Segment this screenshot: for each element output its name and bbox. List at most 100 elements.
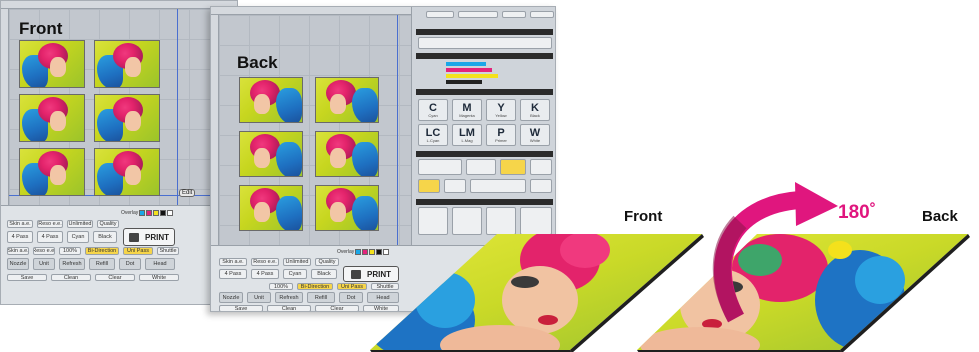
panel-cell[interactable]: Refill [89,258,115,270]
edit-tag[interactable]: Edit [179,189,196,197]
panel-cell[interactable]: Unit [33,258,55,270]
panel-cell[interactable]: Quality [315,258,339,266]
ink-magenta[interactable]: M Magenta [452,99,482,121]
tab-cell[interactable] [458,11,498,18]
ink-light-magenta[interactable]: LM L.Mag [452,124,482,146]
front-print-canvas[interactable]: Front Edit [9,9,237,205]
panel-cell[interactable]: Skin a.e. [7,247,29,255]
setting-cell[interactable] [418,159,462,175]
print-image-thumb[interactable] [239,185,303,231]
panel-cell[interactable]: 4 Pass [219,269,247,279]
panel-cell[interactable]: Shuttle [157,247,179,255]
panel-cell[interactable]: Clean [267,305,311,311]
tab-cell[interactable] [530,11,554,18]
setting-cell[interactable] [418,179,440,193]
panel-cell[interactable]: Quality [97,220,119,228]
ink-light-cyan[interactable]: LC L.Cyan [418,124,448,146]
panel-cell[interactable]: Refresh [275,292,303,303]
composite-illustration: Front Edit Overlay Skin a.e. Reso e.e. U… [0,0,979,352]
ink-white[interactable]: W White [520,124,550,146]
panel-cell[interactable]: Nozzle [219,292,243,303]
panel-cell[interactable]: Cyan [283,269,307,279]
setting-cell[interactable] [470,179,526,193]
section-header [416,29,553,35]
panel-cell[interactable]: Cyan [67,231,89,243]
print-image-thumb[interactable] [19,40,85,88]
panel-cell[interactable]: Reso e.e. [33,247,55,255]
print-image-thumb[interactable] [19,94,85,142]
back-print-canvas[interactable]: Back [219,15,411,245]
tab-cell[interactable] [426,11,454,18]
print-image-thumb[interactable] [94,148,160,196]
panel-cell[interactable]: Clean [51,274,91,281]
print-image-thumb[interactable] [239,77,303,123]
maintenance-cell[interactable] [418,207,448,235]
panel-cell[interactable]: Skin a.e. [7,220,33,228]
panel-cell[interactable]: Save [219,305,263,311]
ink-cyan[interactable]: C Cyan [418,99,448,121]
panel-cell[interactable]: 4 Pass [37,231,63,243]
maintenance-cell[interactable] [520,207,552,235]
rotation-degree-label: 180˚ [838,202,877,223]
panel-cell[interactable]: Skin a.e. [219,258,247,266]
ink-settings-panel: C Cyan M Magenta Y Yellow K Black LC L.Cyan L… [411,7,555,245]
yellow-level-bar [446,74,498,78]
demo-front-label: Front [624,208,663,225]
panel-cell[interactable]: 100% [59,247,81,255]
value-cell[interactable] [418,37,552,49]
panel-cell[interactable]: Head [367,292,399,303]
overlay-swatches: Overlay [121,210,174,216]
tab-cell[interactable] [502,11,526,18]
print-image-thumb[interactable] [315,131,379,177]
panel-cell-active[interactable]: Bi-Direction [85,247,119,255]
setting-cell[interactable] [530,159,552,175]
panel-cell[interactable]: Unlimited [67,220,93,228]
section-header [416,53,553,59]
panel-cell[interactable]: White [139,274,179,281]
print-image-thumb[interactable] [315,185,379,231]
maintenance-cell[interactable] [486,207,516,235]
print-button[interactable]: PRINT [343,266,399,282]
panel-cell[interactable]: Save [7,274,47,281]
panel-cell[interactable]: Unit [247,292,271,303]
bleed-line [177,9,178,205]
panel-cell[interactable]: Dot [119,258,141,270]
section-header [416,151,553,157]
panel-cell[interactable]: Head [145,258,175,270]
panel-cell[interactable]: White [363,305,399,311]
setting-cell[interactable] [530,179,552,193]
ink-yellow[interactable]: Y Yellow [486,99,516,121]
setting-cell[interactable] [500,159,526,175]
panel-cell[interactable]: 100% [269,283,293,290]
rotation-arrowhead [795,182,838,226]
ink-black[interactable]: K Black [520,99,550,121]
panel-cell[interactable]: Clear [95,274,135,281]
print-button[interactable]: PRINT [123,228,175,246]
panel-cell[interactable]: Black [311,269,337,279]
print-icon [129,232,139,242]
print-image-thumb[interactable] [94,94,160,142]
panel-cell[interactable]: Nozzle [7,258,29,270]
panel-cell-active[interactable]: Bi-Direction [297,283,333,290]
print-image-thumb[interactable] [239,131,303,177]
maintenance-cell[interactable] [452,207,482,235]
setting-cell[interactable] [466,159,496,175]
panel-cell-active[interactable]: Uni Pass [337,283,367,290]
print-image-thumb[interactable] [315,77,379,123]
print-image-thumb[interactable] [94,40,160,88]
panel-cell-active[interactable]: Uni Pass [123,247,153,255]
print-image-thumb[interactable] [19,148,85,196]
panel-cell[interactable]: Refresh [59,258,85,270]
panel-cell[interactable]: Reso e.e. [251,258,279,266]
panel-cell[interactable]: Refill [307,292,335,303]
panel-cell[interactable]: Black [93,231,117,243]
ink-primer[interactable]: P Primer [486,124,516,146]
panel-cell[interactable]: Reso e.e. [37,220,63,228]
setting-cell[interactable] [444,179,466,193]
panel-cell[interactable]: 4 Pass [251,269,279,279]
panel-cell[interactable]: Clear [315,305,359,311]
panel-cell[interactable]: 4 Pass [7,231,33,243]
panel-cell[interactable]: Unlimited [283,258,311,266]
panel-cell[interactable]: Shuttle [371,283,399,290]
panel-cell[interactable]: Dot [339,292,363,303]
